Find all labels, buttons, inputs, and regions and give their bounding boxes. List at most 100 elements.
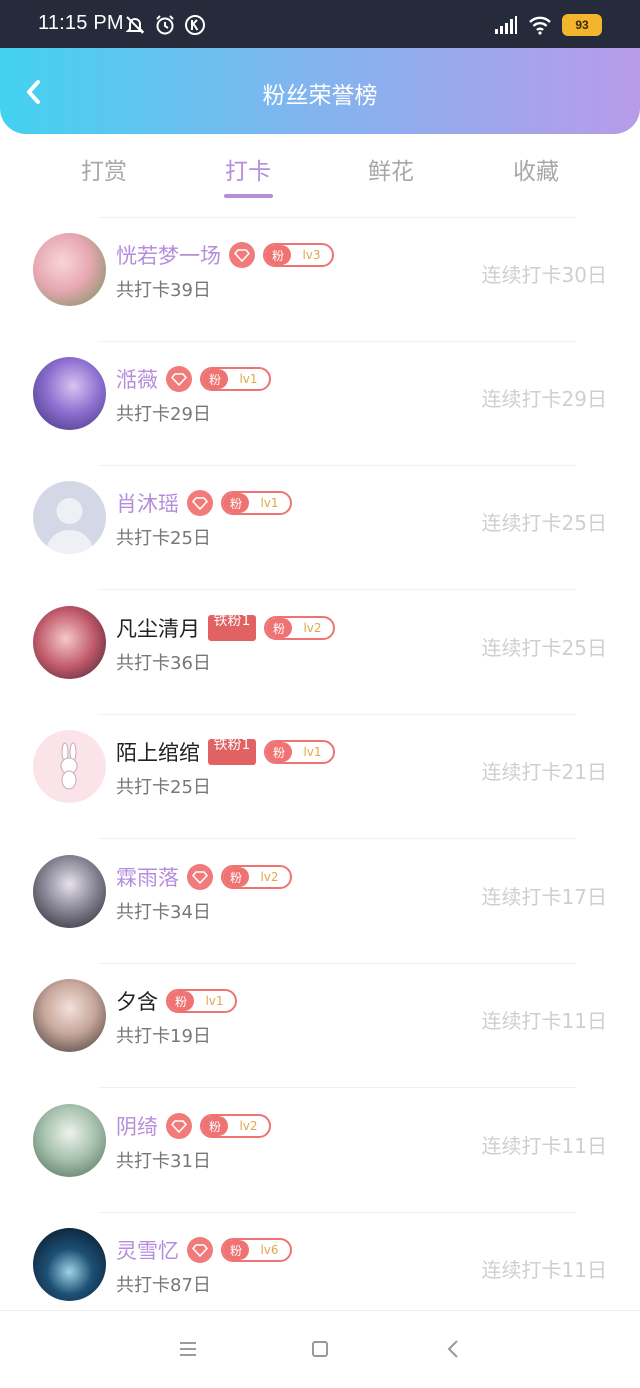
active-tab-indicator bbox=[224, 194, 273, 198]
divider bbox=[98, 714, 576, 715]
k-app-icon bbox=[185, 15, 205, 35]
status-icons-right: 93 bbox=[494, 14, 602, 36]
name-line: 灵雪忆 粉 lv6 bbox=[116, 1236, 292, 1264]
fan-level-badge: 粉 lv1 bbox=[200, 367, 271, 391]
diamond-badge-icon bbox=[166, 1113, 192, 1139]
user-name: 恍若梦一场 bbox=[116, 244, 221, 268]
default-user-icon bbox=[45, 498, 94, 554]
total-checkins: 共打卡36日 bbox=[116, 653, 211, 674]
fan-level: lv3 bbox=[302, 248, 321, 262]
fan-level-badge: 粉 lv3 bbox=[263, 243, 334, 267]
fan-label: 粉 bbox=[266, 618, 292, 638]
list-item[interactable]: 霖雨落 粉 lv2 共打卡34日 连续打卡17日 bbox=[0, 841, 640, 965]
list-item[interactable]: 凡尘清月 铁粉1 粉 lv2 共打卡36日 连续打卡25日 bbox=[0, 592, 640, 716]
fan-label: 粉 bbox=[168, 991, 194, 1011]
name-line: 肖沐瑶 粉 lv1 bbox=[116, 489, 292, 517]
tab-checkin[interactable]: 打卡 bbox=[188, 152, 308, 186]
fan-level: lv1 bbox=[303, 745, 322, 759]
divider bbox=[98, 838, 576, 839]
diamond-badge-icon bbox=[187, 1237, 213, 1263]
user-name: 阴绮 bbox=[116, 1115, 158, 1139]
alarm-icon bbox=[156, 15, 174, 35]
fan-level-badge: 粉 lv2 bbox=[221, 865, 292, 889]
streak-days: 连续打卡17日 bbox=[481, 885, 607, 909]
list-item[interactable]: 陌上绾绾 铁粉1 粉 lv1 共打卡25日 连续打卡21日 bbox=[0, 716, 640, 840]
bunny-avatar-icon bbox=[60, 742, 78, 790]
divider bbox=[98, 589, 576, 590]
avatar bbox=[33, 233, 106, 306]
streak-days: 连续打卡21日 bbox=[481, 760, 607, 784]
fan-level-badge: 粉 lv2 bbox=[264, 616, 335, 640]
avatar bbox=[33, 1104, 106, 1177]
name-line: 恍若梦一场 粉 lv3 bbox=[116, 241, 334, 269]
fan-label: 粉 bbox=[202, 1116, 228, 1136]
fan-label: 粉 bbox=[223, 493, 249, 513]
name-line: 霖雨落 粉 lv2 bbox=[116, 863, 292, 891]
fan-label: 粉 bbox=[266, 742, 292, 762]
total-checkins: 共打卡25日 bbox=[116, 777, 211, 798]
fan-label: 粉 bbox=[223, 867, 249, 887]
fan-label: 粉 bbox=[202, 369, 228, 389]
nav-back-button[interactable] bbox=[440, 1337, 468, 1361]
fan-label: 粉 bbox=[223, 1240, 249, 1260]
status-bar: 11:15 PM 93 bbox=[0, 0, 640, 48]
iron-fan-badge: 铁粉1 bbox=[208, 739, 256, 765]
name-line: 凡尘清月 铁粉1 粉 lv2 bbox=[116, 614, 335, 642]
tab-reward[interactable]: 打赏 bbox=[44, 152, 164, 186]
streak-days: 连续打卡29日 bbox=[481, 387, 607, 411]
back-triangle-icon bbox=[447, 1340, 458, 1358]
list-item[interactable]: 夕含 粉 lv1 共打卡19日 连续打卡11日 bbox=[0, 965, 640, 1089]
name-line: 湉薇 粉 lv1 bbox=[116, 365, 271, 393]
iron-fan-badge: 铁粉1 bbox=[208, 615, 256, 641]
streak-days: 连续打卡11日 bbox=[481, 1258, 607, 1282]
divider bbox=[98, 465, 576, 466]
list-item[interactable]: 阴绮 粉 lv2 共打卡31日 连续打卡11日 bbox=[0, 1090, 640, 1214]
user-name: 肖沐瑶 bbox=[116, 492, 179, 516]
header-bar: 粉丝荣誉榜 bbox=[0, 48, 640, 134]
divider bbox=[98, 1212, 576, 1213]
fan-level-badge: 粉 lv1 bbox=[166, 989, 237, 1013]
user-name: 湉薇 bbox=[116, 368, 158, 392]
list-item[interactable]: 肖沐瑶 粉 lv1 共打卡25日 连续打卡25日 bbox=[0, 467, 640, 591]
user-name: 陌上绾绾 bbox=[116, 741, 200, 765]
total-checkins: 共打卡25日 bbox=[116, 528, 211, 549]
streak-days: 连续打卡30日 bbox=[481, 263, 607, 287]
total-checkins: 共打卡34日 bbox=[116, 902, 211, 923]
diamond-badge-icon bbox=[187, 864, 213, 890]
user-name: 灵雪忆 bbox=[116, 1239, 179, 1263]
list-item[interactable]: 湉薇 粉 lv1 共打卡29日 连续打卡29日 bbox=[0, 343, 640, 467]
user-name: 霖雨落 bbox=[116, 866, 179, 890]
avatar bbox=[33, 1228, 106, 1301]
name-line: 陌上绾绾 铁粉1 粉 lv1 bbox=[116, 738, 335, 766]
wifi-icon bbox=[529, 16, 551, 35]
diamond-badge-icon bbox=[166, 366, 192, 392]
total-checkins: 共打卡87日 bbox=[116, 1275, 211, 1296]
tab-flowers[interactable]: 鲜花 bbox=[331, 152, 451, 186]
signal-icon bbox=[495, 16, 517, 34]
total-checkins: 共打卡19日 bbox=[116, 1026, 211, 1047]
avatar bbox=[33, 855, 106, 928]
user-name: 凡尘清月 bbox=[116, 617, 200, 641]
tab-favorites[interactable]: 收藏 bbox=[476, 152, 596, 186]
menu-button[interactable] bbox=[174, 1337, 202, 1361]
diamond-badge-icon bbox=[229, 242, 255, 268]
status-time: 11:15 PM bbox=[38, 12, 124, 34]
fan-level: lv2 bbox=[239, 1119, 258, 1133]
home-button[interactable] bbox=[306, 1337, 334, 1361]
streak-days: 连续打卡11日 bbox=[481, 1134, 607, 1158]
tab-bar: 打赏 打卡 鲜花 收藏 bbox=[0, 140, 640, 200]
avatar bbox=[33, 481, 106, 554]
divider bbox=[98, 217, 576, 218]
fan-level-badge: 粉 lv6 bbox=[221, 1238, 292, 1262]
avatar bbox=[33, 979, 106, 1052]
user-name: 夕含 bbox=[116, 990, 158, 1014]
total-checkins: 共打卡39日 bbox=[116, 280, 211, 301]
name-line: 阴绮 粉 lv2 bbox=[116, 1112, 271, 1140]
fan-level: lv6 bbox=[260, 1243, 279, 1257]
list-item[interactable]: 恍若梦一场 粉 lv3 共打卡39日 连续打卡30日 bbox=[0, 219, 640, 343]
page-title: 粉丝荣誉榜 bbox=[262, 83, 378, 109]
fan-level-badge: 粉 lv1 bbox=[221, 491, 292, 515]
streak-days: 连续打卡11日 bbox=[481, 1009, 607, 1033]
fan-label: 粉 bbox=[265, 245, 291, 265]
divider bbox=[98, 963, 576, 964]
